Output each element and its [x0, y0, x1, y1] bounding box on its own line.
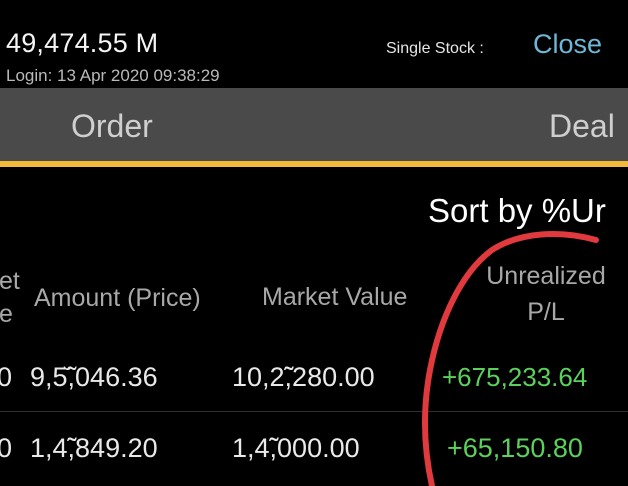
single-stock-label: Single Stock : — [386, 40, 484, 57]
table-row[interactable]: 0 9,5̆̃,046.36 10,2̃̃,280.00 +675,233.64 — [0, 342, 628, 412]
table-cell-amount: 1,4̃̃,849.20 — [30, 433, 158, 463]
column-header-unrealized-pl[interactable]: P/L — [474, 298, 618, 327]
sort-button[interactable]: Sort by %Ur — [428, 192, 606, 230]
table-cell-truncated: 0 — [0, 362, 13, 392]
single-stock-screen: 49,474.55 M Login: 13 Apr 2020 09:38:29 … — [0, 0, 628, 486]
table-cell-amount: 9,5̆̃,046.36 — [30, 362, 158, 392]
tab-deal[interactable]: Deal — [549, 108, 615, 145]
table-cell-market-value: 1,4̃̃,000.00 — [232, 433, 360, 463]
column-header-truncated-line2: e — [0, 300, 13, 328]
table-cell-market-value: 10,2̃̃,280.00 — [232, 362, 375, 392]
row-divider — [0, 411, 628, 412]
login-timestamp: Login: 13 Apr 2020 09:38:29 — [6, 66, 220, 85]
column-header-truncated-line1: et — [0, 267, 20, 295]
tab-bar: Order Deal — [0, 88, 628, 162]
tab-active-underline — [0, 161, 628, 167]
column-header-market-value[interactable]: Market Value — [262, 283, 407, 312]
table-row[interactable]: 0 1,4̃̃,849.20 1,4̃̃,000.00 +65,150.80 — [0, 413, 628, 483]
table-cell-unrealized-pl: +65,150.80 — [447, 433, 583, 463]
close-button[interactable]: Close — [533, 29, 602, 60]
column-header-amount[interactable]: Amount (Price) — [34, 284, 201, 313]
table-cell-unrealized-pl: +675,233.64 — [442, 362, 588, 392]
tab-order[interactable]: Order — [71, 108, 153, 145]
column-header-unrealized[interactable]: Unrealized — [474, 262, 618, 291]
account-balance: 49,474.55 M — [6, 28, 159, 58]
account-header: 49,474.55 M Login: 13 Apr 2020 09:38:29 … — [0, 0, 628, 88]
table-cell-truncated: 0 — [0, 433, 13, 463]
